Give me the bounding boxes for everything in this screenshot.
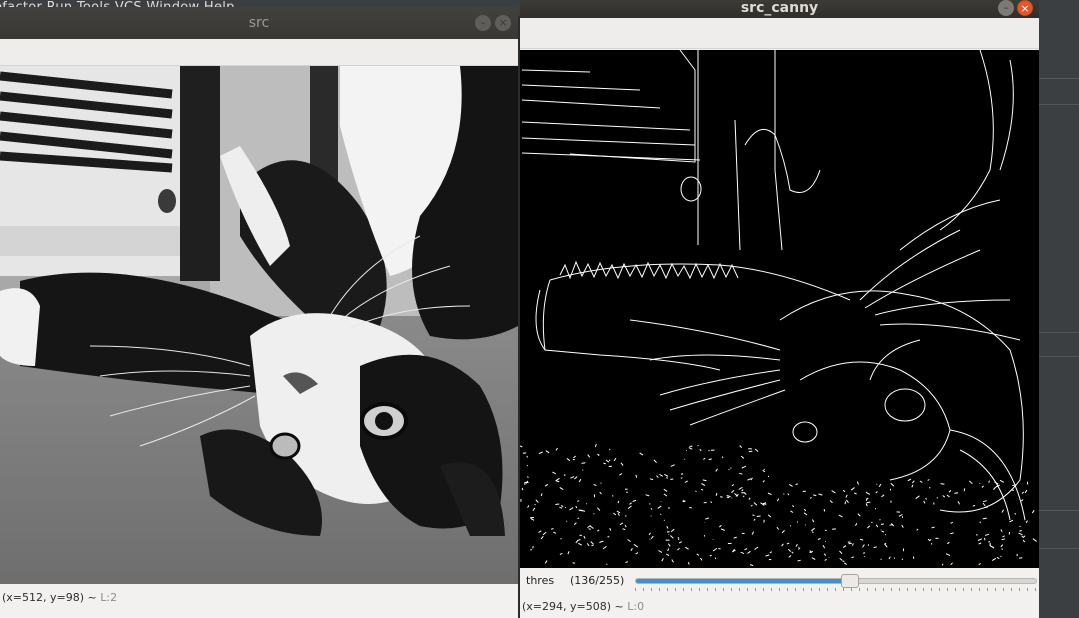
canny-toolbar <box>520 18 1039 49</box>
threshold-trackbar-row: thres (136/255) <box>520 568 1039 596</box>
canny-statusbar: (x=294, y=508) ~ L:0 <box>520 600 1041 618</box>
src-toolbar <box>0 39 518 66</box>
src-window-title: src <box>248 15 270 31</box>
trackbar-value: (136/255) <box>570 574 625 587</box>
src-window: src – × (x=512, y=98) ~ L:2 <box>0 7 518 618</box>
canny-titlebar[interactable]: src_canny – × <box>520 0 1039 18</box>
canny-cursor-coords: (x=294, y=508) ~ <box>522 600 628 613</box>
canny-level: L:0 <box>627 600 645 613</box>
src-titlebar[interactable]: src – × <box>0 7 518 39</box>
canny-minimize-button[interactable]: – <box>998 0 1014 16</box>
src-close-button[interactable]: × <box>495 15 511 31</box>
slider-fill <box>636 579 851 583</box>
canny-close-button[interactable]: × <box>1017 0 1033 16</box>
canny-window-title: src_canny <box>740 0 819 16</box>
src-statusbar: (x=512, y=98) ~ L:2 <box>0 591 518 609</box>
trackbar-label: thres <box>526 574 555 587</box>
slider-handle[interactable] <box>841 574 860 588</box>
ide-background-panel <box>1039 16 1079 618</box>
src-cursor-coords: (x=512, y=98) ~ <box>2 591 101 604</box>
src-level: L:2 <box>100 591 118 604</box>
slider-ticks <box>635 588 1037 591</box>
src-image[interactable] <box>0 66 518 584</box>
threshold-slider[interactable] <box>635 574 1037 588</box>
src-minimize-button[interactable]: – <box>475 15 491 31</box>
canny-edge-image[interactable] <box>520 50 1039 568</box>
